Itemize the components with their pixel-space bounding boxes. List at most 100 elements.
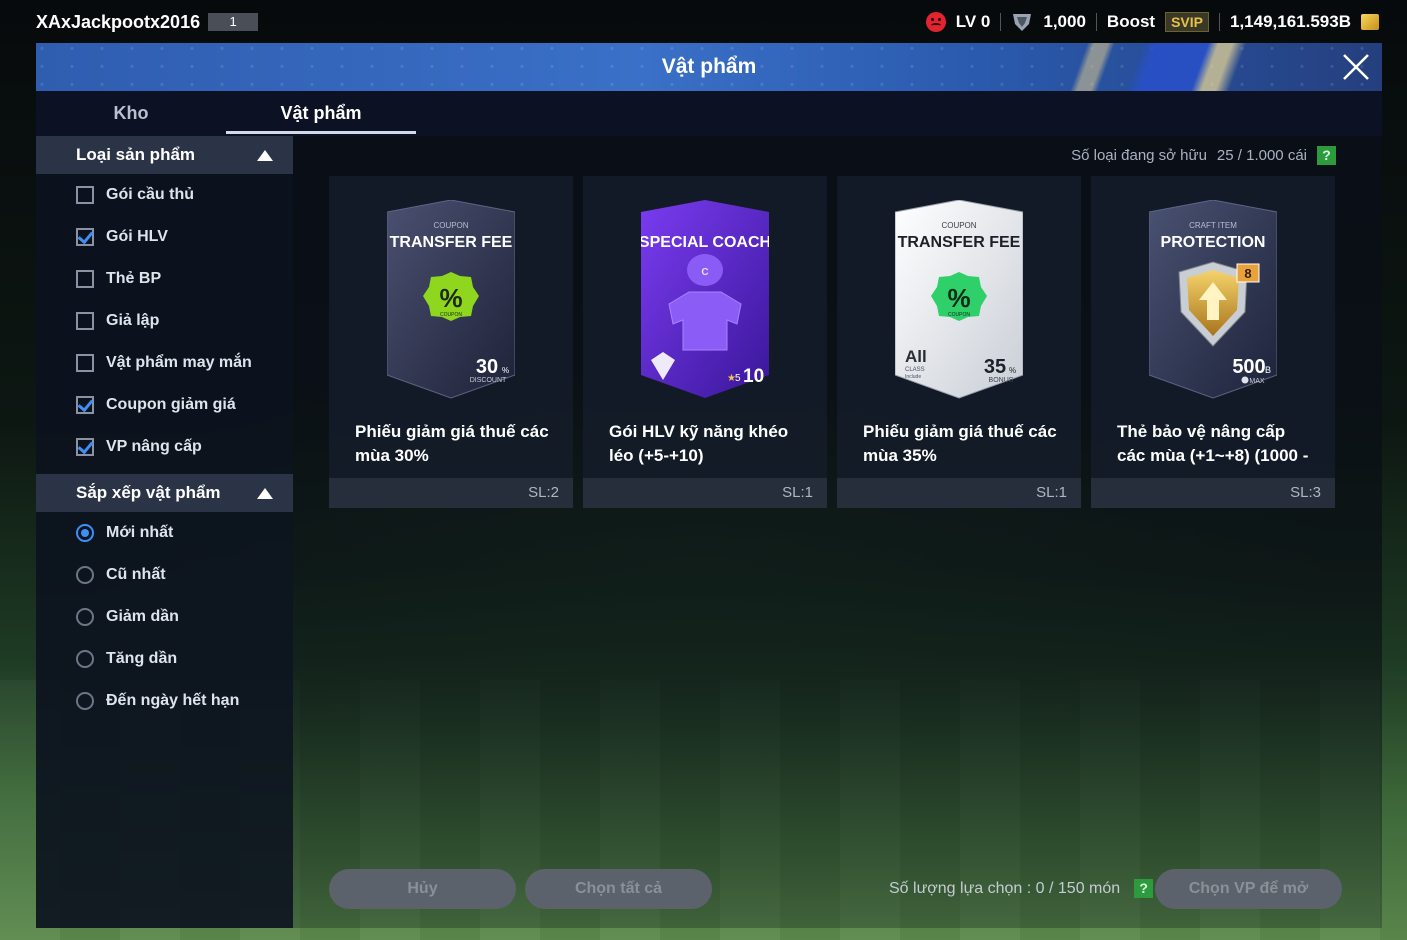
filter-option-label: Coupon giảm giá [106,396,236,413]
sort-option[interactable]: Cũ nhất [36,554,293,596]
filter-option[interactable]: Gói HLV [36,216,293,258]
item-card[interactable]: CRAFT ITEM PROTECTION 8 500 B MAX Thẻ bả… [1091,176,1335,508]
art-title-text: TRANSFER FEE [390,234,513,251]
sort-option-label: Cũ nhất [106,566,166,583]
selection-count: Số lượng lựa chọn : 0 / 150 món ? [889,879,1154,898]
item-quantity: SL:1 [583,478,827,508]
filter-option[interactable]: Coupon giảm giá [36,384,293,426]
badge-sub-text: COUPON [440,312,462,318]
item-card[interactable]: SPECIAL COACH C ★ 5 10 Gói HLV kỹ năng k… [583,176,827,508]
checkbox-icon[interactable] [76,186,94,204]
jersey-letter: C [701,267,708,278]
sort-option[interactable]: Đến ngày hết hạn [36,680,293,722]
checkbox-checked-icon[interactable] [76,396,94,414]
sort-option[interactable]: Giảm dần [36,596,293,638]
item-card[interactable]: COUPON TRANSFER FEE % COUPON 30 % DISCOU… [329,176,573,508]
art-include-text: Include [905,374,921,380]
art-unit: B [1265,365,1271,375]
collapse-arrow-icon [257,487,273,499]
art-big-number: 35 [984,356,1006,378]
help-icon[interactable]: ? [1317,146,1336,165]
filter-option[interactable]: Gói cầu thủ [36,174,293,216]
percent-icon: % [947,283,970,313]
mood-sad-icon [925,12,946,32]
special-coach-art: SPECIAL COACH C ★ 5 10 [641,200,769,398]
art-level: 8 [1244,266,1251,281]
radio-icon[interactable] [76,608,94,626]
radio-icon[interactable] [76,566,94,584]
art-sub-text: BONUS [989,377,1014,384]
filter-option[interactable]: Thẻ BP [36,258,293,300]
arrow-up-icon [1241,376,1249,384]
sort-option-label: Mới nhất [106,524,174,541]
sort-option-label: Giảm dần [106,608,179,625]
sort-option[interactable]: Mới nhất [36,512,293,554]
art-top-text: COUPON [941,221,976,230]
transfer-fee-coupon-light-art: COUPON TRANSFER FEE % COUPON All CLASS I… [895,200,1023,399]
tab-vat-pham[interactable]: Vật phẩm [226,91,416,136]
checkbox-icon[interactable] [76,354,94,372]
art-sub-text: DISCOUNT [470,377,507,384]
item-name: Phiếu giảm giá thuế các mùa 30% [355,422,549,465]
owned-count: Số loại đang sở hữu 25 / 1.000 cái ? [1071,146,1336,165]
checkbox-checked-icon[interactable] [76,228,94,246]
tab-kho[interactable]: Kho [36,91,226,136]
selection-label: Số lượng lựa chọn : 0 / 150 món [889,879,1121,897]
filter-option[interactable]: Vật phẩm may mắn [36,342,293,384]
sort-option-label: Đến ngày hết hạn [106,692,240,709]
filter-option[interactable]: Giả lập [36,300,293,342]
art-title-text: PROTECTION [1161,234,1266,251]
select-all-button[interactable]: Chọn tất cả [525,869,712,909]
product-type-title: Loại sản phẩm [76,145,196,164]
divider [1000,13,1002,31]
balance-value: 1,149,161.593B [1230,12,1351,31]
filter-option-label: Gói HLV [106,228,168,245]
owned-value: 25 / 1.000 cái [1216,147,1307,164]
shield-count: 1,000 [1043,12,1086,31]
cancel-button[interactable]: Hủy [329,869,516,909]
filter-option-label: VP nâng cấp [106,438,202,455]
art-top-text: CRAFT ITEM [1189,221,1237,230]
filter-option[interactable]: VP nâng cấp [36,426,293,468]
item-name: Thẻ bảo vệ nâng cấp các mùa (+1~+8) (100… [1117,422,1309,465]
item-quantity: SL:1 [837,478,1081,508]
item-name: Gói HLV kỹ năng khéo léo (+5-+10) [609,422,789,465]
radio-icon[interactable] [76,650,94,668]
boost-label: Boost [1106,12,1156,31]
filter-option-label: Gói cầu thủ [106,186,194,203]
art-class-text: CLASS [905,367,925,373]
filter-sidebar: Loại sản phẩm Gói cầu thủ Gói HLV Thẻ BP Gi… [36,136,293,928]
owned-label: Số loại đang sở hữu [1071,147,1207,164]
divider [1219,13,1220,31]
item-card[interactable]: COUPON TRANSFER FEE % COUPON All CLASS I… [837,176,1081,508]
item-quantity: SL:2 [329,478,573,508]
radio-icon[interactable] [76,692,94,710]
protection-craft-item-art: CRAFT ITEM PROTECTION 8 500 B MAX [1149,200,1277,399]
art-big-number: 30 [476,356,498,378]
art-top-text: COUPON [433,221,468,230]
art-big-number: 500 [1232,356,1265,378]
shield-icon [1013,14,1032,31]
checkbox-icon[interactable] [76,312,94,330]
modal-header: Vật phẩm [36,43,1382,91]
open-selected-button[interactable]: Chọn VP để mở [1155,869,1342,909]
checkbox-checked-icon[interactable] [76,438,94,456]
sort-header[interactable]: Sắp xếp vật phẩm [36,474,293,512]
close-button[interactable] [1340,51,1372,83]
modal-title: Vật phẩm [661,55,757,78]
divider [1095,13,1097,31]
item-quantity: SL:3 [1091,478,1335,508]
radio-selected-icon[interactable] [76,524,94,542]
currency-bar: LV 0 1,000 Boost SVIP 1,149,161.593B [925,0,1379,44]
filter-option-label: Vật phẩm may mắn [106,354,252,371]
sort-option[interactable]: Tăng dần [36,638,293,680]
art-sub-text: MAX [1249,378,1265,385]
art-unit: % [1009,366,1016,375]
item-name: Phiếu giảm giá thuế các mùa 35% [863,422,1057,465]
product-type-header[interactable]: Loại sản phẩm [36,136,293,174]
help-icon[interactable]: ? [1134,879,1154,898]
checkbox-icon[interactable] [76,270,94,288]
art-star-small: 5 [735,373,741,384]
percent-icon: % [439,283,462,313]
badge-sub-text: COUPON [948,312,970,318]
